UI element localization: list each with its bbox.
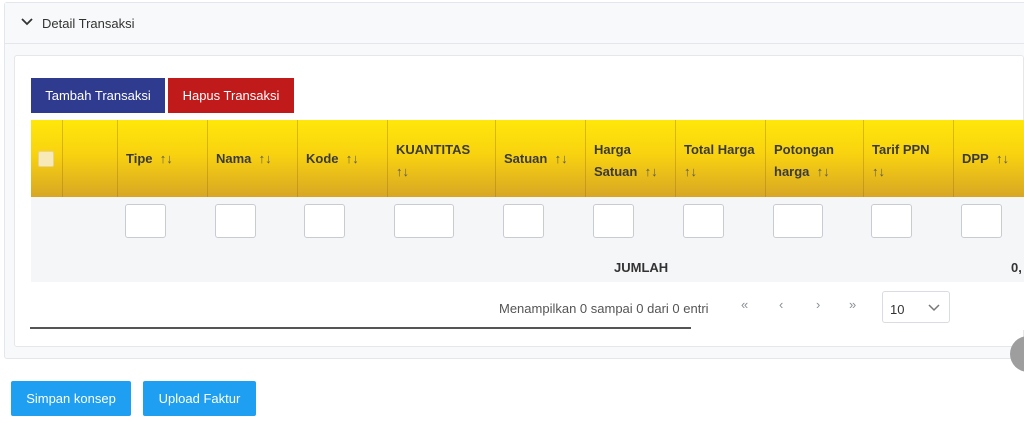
filter-kode-input[interactable] <box>304 204 345 238</box>
actions-header <box>63 120 118 197</box>
header-satuan[interactable]: Satuan ↑↓ <box>496 120 586 197</box>
filter-tarif-ppn-input[interactable] <box>871 204 912 238</box>
pagination-info: Menampilkan 0 sampai 0 dari 0 entri <box>499 301 709 316</box>
table-header: Tipe ↑↓ Nama ↑↓ Kode ↑↓ KUANTITAS ↑↓ Sat… <box>31 120 1024 197</box>
chevron-down-icon[interactable] <box>20 15 34 29</box>
prev-page-button[interactable]: ‹ <box>779 297 783 312</box>
sort-icon[interactable]: ↑↓ <box>555 151 568 166</box>
first-page-button[interactable]: « <box>741 297 748 312</box>
sort-icon[interactable]: ↑↓ <box>817 164 830 179</box>
panel-header[interactable]: Detail Transaksi <box>5 3 1024 44</box>
filter-satuan-input[interactable] <box>503 204 544 238</box>
sort-icon[interactable]: ↑↓ <box>396 164 409 179</box>
pagination: Menampilkan 0 sampai 0 dari 0 entri « ‹ … <box>31 282 1024 330</box>
totals-row: JUMLAH 0, <box>31 251 1024 282</box>
sort-icon[interactable]: ↑↓ <box>645 164 658 179</box>
header-kuantitas[interactable]: KUANTITAS ↑↓ <box>388 120 496 197</box>
filter-total-harga-input[interactable] <box>683 204 724 238</box>
filter-harga-satuan-input[interactable] <box>593 204 634 238</box>
header-potongan-harga[interactable]: Potongan harga ↑↓ <box>766 120 864 197</box>
sort-icon[interactable]: ↑↓ <box>872 164 885 179</box>
header-harga-satuan[interactable]: Harga Satuan ↑↓ <box>586 120 676 197</box>
filter-kuantitas-input[interactable] <box>394 204 454 238</box>
last-page-button[interactable]: » <box>849 297 856 312</box>
sort-icon[interactable]: ↑↓ <box>684 164 697 179</box>
header-nama[interactable]: Nama ↑↓ <box>208 120 298 197</box>
filter-potongan-harga-input[interactable] <box>773 204 823 238</box>
chevron-down-icon <box>928 304 940 312</box>
header-tipe[interactable]: Tipe ↑↓ <box>118 120 208 197</box>
delete-transaction-button[interactable]: Hapus Transaksi <box>168 78 294 113</box>
select-all-checkbox[interactable] <box>38 151 54 167</box>
header-total-harga[interactable]: Total Harga ↑↓ <box>676 120 766 197</box>
sort-icon[interactable]: ↑↓ <box>346 151 359 166</box>
add-transaction-button[interactable]: Tambah Transaksi <box>31 78 165 113</box>
save-draft-button[interactable]: Simpan konsep <box>11 381 131 416</box>
header-dpp[interactable]: DPP ↑↓ <box>954 120 1024 197</box>
filter-row <box>31 197 1024 251</box>
header-tarif-ppn[interactable]: Tarif PPN ↑↓ <box>864 120 954 197</box>
sort-icon[interactable]: ↑↓ <box>259 151 272 166</box>
filter-nama-input[interactable] <box>215 204 256 238</box>
sort-icon[interactable]: ↑↓ <box>160 151 173 166</box>
horizontal-scrollbar[interactable] <box>30 327 691 329</box>
page-size-select[interactable]: 10 <box>882 291 950 323</box>
page-size-value: 10 <box>890 302 905 317</box>
select-all-header <box>31 120 63 197</box>
totals-value: 0, <box>1011 260 1022 275</box>
panel-title: Detail Transaksi <box>42 16 135 31</box>
sort-icon[interactable]: ↑↓ <box>996 151 1009 166</box>
totals-label: JUMLAH <box>614 260 669 275</box>
filter-tipe-input[interactable] <box>125 204 166 238</box>
next-page-button[interactable]: › <box>816 297 820 312</box>
filter-dpp-input[interactable] <box>961 204 1002 238</box>
upload-invoice-button[interactable]: Upload Faktur <box>143 381 256 416</box>
header-kode[interactable]: Kode ↑↓ <box>298 120 388 197</box>
